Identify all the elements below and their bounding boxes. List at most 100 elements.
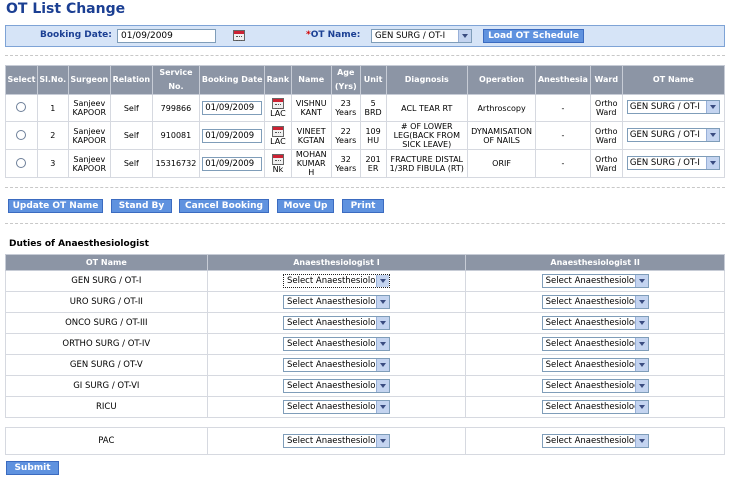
col-header: Rank — [264, 65, 292, 95]
name-cell: MOHAN KUMAR H — [290, 149, 332, 178]
move-up-button[interactable]: Move Up — [277, 199, 334, 213]
anaesthesiologist-1-select[interactable]: Select Anaesthesiologist — [282, 400, 390, 414]
age-cell: 22 Years — [330, 121, 361, 150]
col-header: Operation — [467, 65, 537, 95]
row-ot-name-value: GEN SURG / OT-I — [629, 102, 700, 112]
rank-cell: Nk — [272, 164, 284, 174]
ward-cell: Ortho Ward — [589, 94, 623, 122]
anaesthesiologist-1-select[interactable]: Select Anaesthesiologist — [282, 379, 390, 393]
row-ot-name-select[interactable]: GEN SURG / OT-I — [626, 100, 720, 114]
surgeon-cell: Sanjeev KAPOOR — [67, 94, 111, 122]
booking-date-field[interactable]: 01/09/2009 — [202, 101, 263, 115]
row-ot-name-value: GEN SURG / OT-I — [629, 129, 700, 140]
operation-cell: ORIF — [467, 149, 537, 178]
table-row: GI SURG / OT-VI Select Anaesthesiologist… — [5, 375, 725, 397]
chevron-down-icon — [634, 435, 648, 447]
booking-date-input[interactable]: 01/09/2009 — [117, 29, 216, 43]
select-value: Select Anaesthesiologist — [286, 318, 390, 328]
chevron-down-icon — [705, 128, 719, 141]
update-ot-name-button[interactable]: Update OT Name — [8, 199, 103, 213]
chevron-down-icon — [458, 30, 471, 42]
table-row: 2 Sanjeev KAPOOR Self 910081 01/09/2009 … — [5, 121, 726, 150]
chevron-down-icon — [375, 435, 389, 447]
table-row: GEN SURG / OT-I Select Anaesthesiologist… — [5, 270, 725, 292]
sl-no-cell: 1 — [36, 94, 69, 122]
col-header: Surgeon — [67, 65, 111, 95]
pac-anaesthesiologist-1-select[interactable]: Select Anaesthesiologist — [282, 434, 390, 448]
select-value: Select Anaesthesiologist — [545, 402, 649, 412]
anaesthesiologist-2-select[interactable]: Select Anaesthesiologist — [541, 316, 649, 330]
select-value: Select Anaesthesiologist — [545, 339, 649, 349]
print-button[interactable]: Print — [342, 199, 384, 213]
anesthesia-cell: - — [535, 94, 591, 122]
divider — [5, 223, 725, 224]
ot-name-select[interactable]: GEN SURG / OT-I — [371, 29, 472, 43]
anaesthesiologist-2-select[interactable]: Select Anaesthesiologist — [541, 295, 649, 309]
service-no-cell: 15316732 — [151, 149, 201, 178]
calendar-icon[interactable] — [271, 98, 284, 109]
table-row: 1 Sanjeev KAPOOR Self 799866 01/09/2009 … — [5, 94, 726, 122]
cancel-booking-button[interactable]: Cancel Booking — [179, 199, 269, 213]
col-header: Ward — [589, 65, 623, 95]
table-row: ORTHO SURG / OT-IV Select Anaesthesiolog… — [5, 333, 725, 355]
col-header: Select — [5, 65, 38, 95]
select-value: Select Anaesthesiologist — [286, 297, 390, 307]
ot-name-cell: GI SURG / OT-VI — [5, 375, 208, 397]
table-row: RICU Select Anaesthesiologist Select Ana… — [5, 396, 725, 418]
relation-cell: Self — [109, 121, 153, 150]
table-header-row: Select Sl.No. Surgeon Relation Service N… — [5, 65, 726, 95]
unit-cell: 109 HU — [359, 121, 387, 150]
divider — [5, 55, 725, 56]
relation-cell: Self — [109, 94, 153, 122]
anaesthesiologist-2-select[interactable]: Select Anaesthesiologist — [541, 337, 649, 351]
load-ot-schedule-button[interactable]: Load OT Schedule — [483, 29, 584, 43]
divider — [5, 187, 725, 188]
row-ot-name-select[interactable]: GEN SURG / OT-I — [626, 127, 720, 142]
select-value: Select Anaesthesiologist — [545, 276, 649, 286]
table-row: GEN SURG / OT-V Select Anaesthesiologist… — [5, 354, 725, 376]
col-header: Anesthesia — [535, 65, 591, 95]
anaesthesiologist-1-select[interactable]: Select Anaesthesiologist — [282, 274, 390, 288]
anesthesia-cell: - — [535, 149, 591, 178]
chevron-down-icon — [634, 338, 648, 350]
chevron-down-icon — [375, 338, 389, 350]
name-cell: VISHNU KANT — [290, 94, 332, 122]
ot-name-label-text: OT Name: — [310, 30, 361, 40]
anaesthesiologist-1-select[interactable]: Select Anaesthesiologist — [282, 337, 390, 351]
calendar-icon[interactable] — [233, 30, 245, 41]
chevron-down-icon — [375, 317, 389, 329]
surgeon-cell: Sanjeev KAPOOR — [67, 121, 111, 150]
col-header: Anaesthesiologist I — [206, 254, 467, 271]
relation-cell: Self — [109, 149, 153, 178]
calendar-icon[interactable] — [271, 125, 284, 137]
ot-name-cell: URO SURG / OT-II — [5, 291, 208, 313]
table-row: URO SURG / OT-II Select Anaesthesiologis… — [5, 291, 725, 313]
anaesthesiologist-2-select[interactable]: Select Anaesthesiologist — [541, 274, 649, 288]
anaesthesiologist-1-select[interactable]: Select Anaesthesiologist — [282, 316, 390, 330]
booking-date-field[interactable]: 01/09/2009 — [202, 128, 263, 143]
submit-button[interactable]: Submit — [6, 461, 59, 475]
table-header-row: OT Name Anaesthesiologist I Anaesthesiol… — [5, 254, 725, 271]
anaesthesiologist-2-select[interactable]: Select Anaesthesiologist — [541, 400, 649, 414]
anaesthesiologist-1-select[interactable]: Select Anaesthesiologist — [282, 358, 390, 372]
anaesthesiologist-1-select[interactable]: Select Anaesthesiologist — [282, 295, 390, 309]
col-header: Anaesthesiologist II — [465, 254, 725, 271]
anaesthesiologist-2-select[interactable]: Select Anaesthesiologist — [541, 379, 649, 393]
anaesthesiologist-2-select[interactable]: Select Anaesthesiologist — [541, 358, 649, 372]
booking-date-field[interactable]: 01/09/2009 — [202, 156, 263, 171]
select-radio[interactable] — [16, 129, 27, 140]
stand-by-button[interactable]: Stand By — [111, 199, 172, 213]
select-radio[interactable] — [16, 157, 27, 168]
pac-anaesthesiologist-2-select[interactable]: Select Anaesthesiologist — [541, 434, 649, 448]
age-cell: 23 Years — [330, 94, 361, 122]
row-ot-name-select[interactable]: GEN SURG / OT-I — [626, 155, 720, 170]
col-header: Name — [290, 65, 332, 95]
service-no-cell: 910081 — [151, 121, 201, 150]
booking-date-label: Booking Date: — [40, 30, 112, 40]
chevron-down-icon — [375, 401, 389, 413]
chevron-down-icon — [634, 359, 648, 371]
select-value: Select Anaesthesiologist — [545, 436, 649, 446]
select-radio[interactable] — [16, 102, 27, 112]
calendar-icon[interactable] — [271, 153, 284, 165]
ot-name-label: *OT Name: — [306, 30, 360, 40]
